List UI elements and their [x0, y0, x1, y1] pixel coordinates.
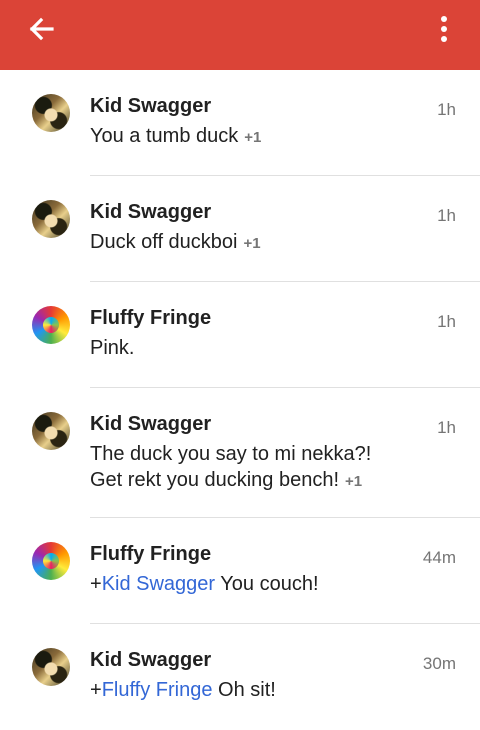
comment-item[interactable]: Fluffy Fringe 1h Pink. [0, 282, 480, 388]
mention-link[interactable]: Fluffy Fringe [102, 679, 213, 701]
avatar[interactable] [32, 542, 70, 580]
avatar[interactable] [32, 412, 70, 450]
plus-one-count: +1 [244, 129, 262, 146]
timestamp: 1h [437, 312, 456, 331]
comment-text: You a tumb duck +1 [90, 125, 262, 147]
mention-link[interactable]: Kid Swagger [102, 573, 215, 595]
author-name[interactable]: Kid Swagger [90, 199, 456, 225]
avatar[interactable] [32, 94, 70, 132]
comment-item[interactable]: Kid Swagger 30m +Fluffy Fringe Oh sit! [0, 624, 480, 730]
avatar[interactable] [32, 648, 70, 686]
app-bar [0, 0, 480, 70]
comment-text: Duck off duckboi +1 [90, 231, 261, 253]
avatar[interactable] [32, 200, 70, 238]
comment-item[interactable]: Fluffy Fringe 44m +Kid Swagger You couch… [0, 518, 480, 624]
timestamp: 30m [422, 654, 456, 673]
comment-text: +Fluffy Fringe Oh sit! [90, 679, 276, 701]
comment-item[interactable]: Kid Swagger 1h Duck off duckboi +1 [0, 176, 480, 282]
timestamp: 1h [437, 100, 456, 119]
more-vert-icon[interactable] [434, 14, 454, 44]
author-name[interactable]: Fluffy Fringe [90, 305, 456, 331]
avatar[interactable] [32, 306, 70, 344]
plus-one-count: +1 [345, 473, 363, 490]
author-name[interactable]: Kid Swagger [90, 411, 456, 437]
comment-item[interactable]: Kid Swagger 1h The duck you say to mi ne… [0, 388, 480, 518]
author-name[interactable]: Kid Swagger [90, 93, 456, 119]
plus-one-count: +1 [243, 235, 261, 252]
author-name[interactable]: Fluffy Fringe [90, 541, 456, 567]
comment-item[interactable]: Kid Swagger 1h You a tumb duck +1 [0, 70, 480, 176]
arrow-back-icon[interactable] [26, 14, 56, 44]
comment-text: +Kid Swagger You couch! [90, 573, 319, 595]
timestamp: 1h [437, 206, 456, 225]
author-name[interactable]: Kid Swagger [90, 647, 456, 673]
comment-text: The duck you say to mi nekka?! Get rekt y… [90, 443, 372, 491]
comment-text: Pink. [90, 337, 135, 359]
comment-list: Kid Swagger 1h You a tumb duck +1 Kid Swa… [0, 70, 480, 730]
timestamp: 1h [437, 418, 456, 437]
timestamp: 44m [422, 548, 456, 567]
